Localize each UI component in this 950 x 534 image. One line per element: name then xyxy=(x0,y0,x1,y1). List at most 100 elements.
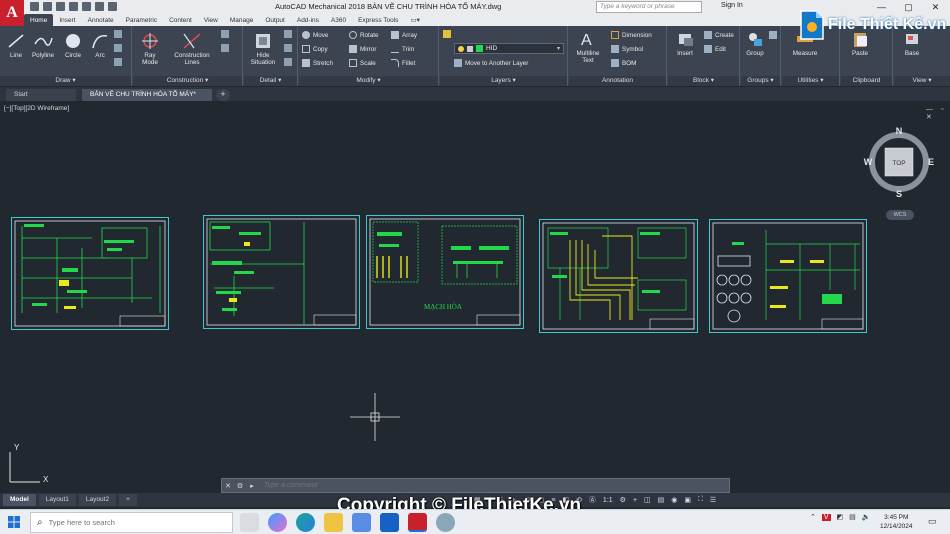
rotate-button[interactable]: Rotate xyxy=(349,31,379,39)
ribbon-tab-express-tools[interactable]: Express Tools xyxy=(352,14,404,26)
viewcube-top[interactable]: TOP xyxy=(892,160,905,167)
layer-dropdown[interactable]: HID ▾ xyxy=(454,43,564,54)
bom-button[interactable]: BOM xyxy=(611,59,636,67)
panel-title-detail[interactable]: Detail ▾ xyxy=(244,76,297,86)
taskbar-search-input[interactable] xyxy=(48,518,209,527)
redo-icon[interactable] xyxy=(108,2,117,11)
copilot-icon[interactable] xyxy=(268,513,287,532)
drawing-sheet-4[interactable] xyxy=(539,219,698,333)
stretch-button[interactable]: Stretch xyxy=(302,59,333,67)
mirror-button[interactable]: Mirror xyxy=(349,45,376,53)
print-icon[interactable] xyxy=(82,2,91,11)
file-explorer-icon[interactable] xyxy=(324,513,343,532)
panel-title-clipboard[interactable]: Clipboard xyxy=(841,76,892,86)
compass-w[interactable]: W xyxy=(864,157,873,167)
network-icon[interactable]: ▤ xyxy=(849,513,856,521)
ray-mode-button[interactable]: Ray Mode xyxy=(137,32,163,66)
copy-button[interactable]: Copy xyxy=(302,45,328,53)
hardware-accel-icon[interactable]: ▣ xyxy=(684,496,691,504)
volume-icon[interactable]: 🔈 xyxy=(862,513,871,521)
save-icon[interactable] xyxy=(56,2,65,11)
clean-screen-icon[interactable]: ⛶ xyxy=(698,496,703,504)
panel-title-draw[interactable]: Draw ▾ xyxy=(0,76,131,86)
viewcube[interactable]: TOP N S E W xyxy=(863,126,935,199)
windows-start-icon[interactable] xyxy=(8,516,20,528)
ribbon-tab-add-ins[interactable]: Add-ins xyxy=(291,14,325,26)
layout-tab-layout1[interactable]: Layout1 xyxy=(38,494,76,506)
hide-situation-button[interactable]: Hide Situation xyxy=(246,32,280,66)
save-as-icon[interactable] xyxy=(69,2,78,11)
wcs-menu-button[interactable]: WCS xyxy=(886,210,914,220)
annomonitor-icon[interactable]: + xyxy=(633,497,637,504)
group-button[interactable]: Group xyxy=(743,30,767,57)
trim-button[interactable]: Trim xyxy=(391,45,414,53)
layout-tab-model[interactable]: Model xyxy=(3,494,36,506)
layer-properties-icon[interactable] xyxy=(443,30,451,38)
chevron-up-icon[interactable]: ⌃ xyxy=(810,513,816,521)
new-icon[interactable] xyxy=(30,2,39,11)
taskbar-clock[interactable]: 3:45 PM 12/14/2024 xyxy=(880,513,913,531)
layout-tab-layout2[interactable]: Layout2 xyxy=(78,494,117,506)
panel-title-block[interactable]: Block ▾ xyxy=(668,76,739,86)
annotation-scale-value[interactable]: 1:1 xyxy=(603,497,613,504)
app-taskbar-icon[interactable] xyxy=(436,513,455,532)
ribbon-tab-annotate[interactable]: Annotate xyxy=(82,14,120,26)
move-to-layer-button[interactable]: Move to Another Layer xyxy=(454,59,528,67)
construction-lines-button[interactable]: Construction Lines xyxy=(169,32,215,66)
detail-view-icon[interactable] xyxy=(284,30,292,38)
close-command-icon[interactable]: ✕ xyxy=(222,482,234,490)
hatch-icon[interactable] xyxy=(114,44,122,52)
drawing-sheet-3[interactable]: MẠCH HÒA xyxy=(366,215,524,329)
ribbon-tab-home[interactable]: Home xyxy=(24,14,54,26)
ribbon-tab-content[interactable]: Content xyxy=(163,14,198,26)
ribbon-options-icon[interactable]: ▭▾ xyxy=(404,14,425,26)
annotation-scale-icon[interactable]: Ⓐ xyxy=(589,495,596,505)
tray-app-icon[interactable]: ◩ xyxy=(837,513,844,521)
viewport-controls-label[interactable]: [−][Top][2D Wireframe] xyxy=(4,105,69,112)
command-history-icon[interactable]: ▸ xyxy=(246,482,258,490)
units-icon[interactable]: ◫ xyxy=(644,496,651,504)
dimension-button[interactable]: Dimension xyxy=(611,31,652,39)
ribbon-tab-output[interactable]: Output xyxy=(259,14,291,26)
panel-title-groups[interactable]: Groups ▾ xyxy=(741,76,780,86)
detail-more-icon[interactable] xyxy=(284,58,292,66)
task-view-icon[interactable] xyxy=(240,513,259,532)
array-button[interactable]: Array xyxy=(391,31,417,39)
drawing-sheet-2[interactable] xyxy=(203,215,360,329)
panel-title-annotation[interactable]: Annotation xyxy=(569,76,666,86)
v-app-tray-icon[interactable]: V xyxy=(821,513,831,521)
ribbon-tab-parametric[interactable]: Parametric xyxy=(120,14,163,26)
add-layout-button[interactable]: + xyxy=(119,494,137,506)
command-input[interactable] xyxy=(264,482,664,489)
customize-icon[interactable]: ☰ xyxy=(710,496,716,504)
insert-button[interactable]: Insert xyxy=(670,30,700,57)
edit-block-button[interactable]: Edit xyxy=(704,45,726,53)
command-settings-icon[interactable]: ⚙ xyxy=(234,482,246,490)
ribbon-tab-view[interactable]: View xyxy=(198,14,224,26)
arc-button[interactable]: Arc xyxy=(88,32,112,59)
compass-s[interactable]: S xyxy=(896,189,902,199)
symbol-button[interactable]: Symbol xyxy=(611,45,643,53)
undo-icon[interactable] xyxy=(95,2,104,11)
panel-title-view[interactable]: View ▾ xyxy=(894,76,950,86)
outlook-icon[interactable] xyxy=(380,513,399,532)
create-block-button[interactable]: Create xyxy=(704,31,734,39)
move-button[interactable]: Move xyxy=(302,31,328,39)
isolate-objects-icon[interactable]: ◉ xyxy=(671,496,677,504)
store-icon[interactable] xyxy=(352,513,371,532)
rectangle-icon[interactable] xyxy=(114,58,122,66)
quick-properties-icon[interactable]: ▤ xyxy=(658,496,665,504)
ribbon-tab-manage[interactable]: Manage xyxy=(224,14,260,26)
panel-title-modify[interactable]: Modify ▾ xyxy=(299,76,438,86)
compass-n[interactable]: N xyxy=(896,126,903,136)
circle-button[interactable]: Circle xyxy=(60,32,86,59)
workspace-gear-icon[interactable]: ⚙ xyxy=(620,496,626,504)
open-icon[interactable] xyxy=(43,2,52,11)
scale-button[interactable]: Scale xyxy=(349,59,376,67)
ungroup-icon[interactable] xyxy=(769,31,777,39)
construction-offset-icon[interactable] xyxy=(221,44,229,52)
multiline-text-button[interactable]: A Multiline Text xyxy=(571,30,605,64)
taskbar-search[interactable]: ⌕ xyxy=(30,512,233,533)
search-input[interactable]: Type a keyword or phrase xyxy=(596,1,702,13)
drawing-sheet-1[interactable] xyxy=(11,217,169,330)
